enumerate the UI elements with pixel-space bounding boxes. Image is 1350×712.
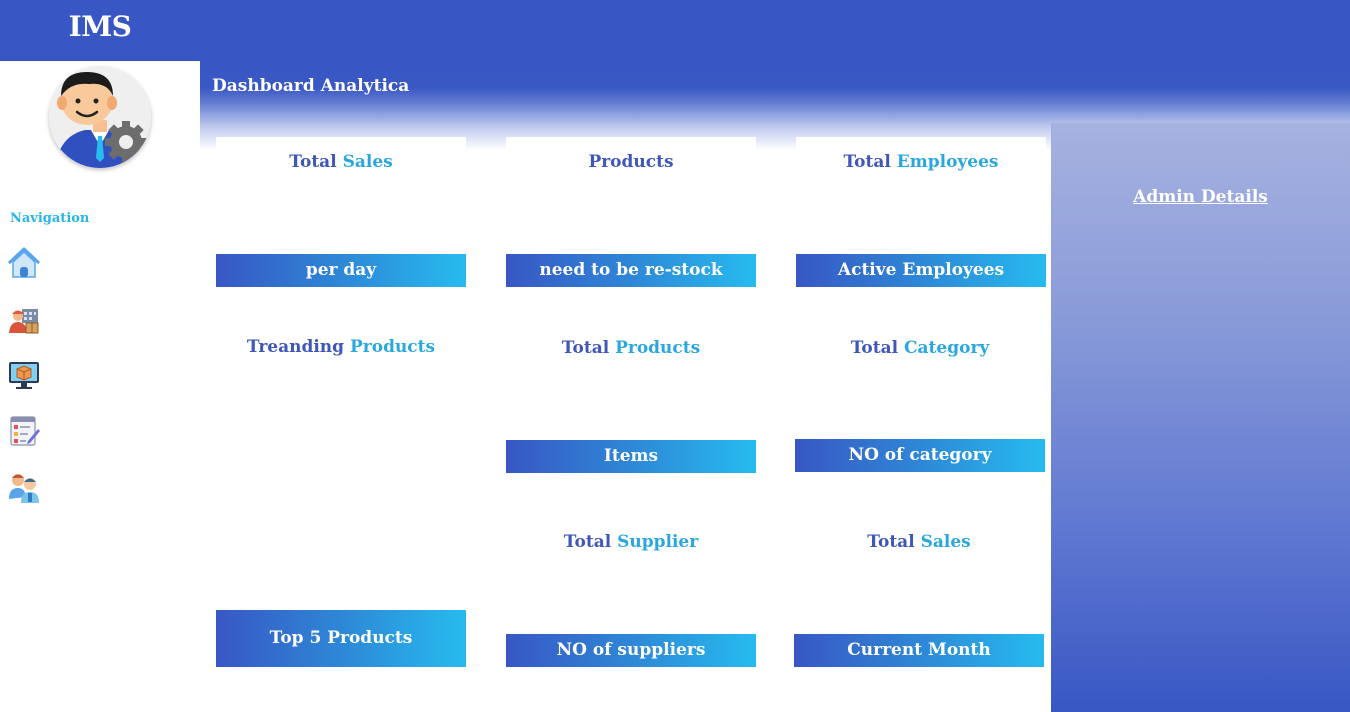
top-bar: IMS: [0, 0, 1350, 61]
card-total-supplier-bar: NO of suppliers: [506, 634, 756, 667]
card-total-employees-bar: Active Employees: [796, 254, 1046, 287]
card-trending-products-heading: Treanding Products: [216, 337, 466, 357]
card-products-bar: need to be re-stock: [506, 254, 756, 287]
heading-word-2: Products: [349, 337, 436, 357]
heading-word-1: Products: [588, 152, 674, 172]
heading-word-1: Treanding: [246, 337, 345, 357]
card-total-products-bar: Items: [506, 440, 756, 473]
heading-word-2: Employees: [896, 152, 999, 172]
card-total-sales-month-heading: Total Sales: [794, 532, 1044, 552]
users-icon: [9, 474, 39, 503]
heading-word-1: Total: [843, 152, 891, 172]
avatar[interactable]: [49, 66, 151, 168]
card-total-sales-heading: Total Sales: [216, 152, 466, 172]
nav-label: Navigation: [10, 211, 90, 226]
heading-word-2: Products: [615, 338, 701, 358]
heading-word-1: Total: [561, 338, 610, 358]
checklist-icon: [10, 416, 40, 446]
heading-word-2: Sales: [342, 152, 393, 172]
home-icon: [7, 247, 41, 278]
heading-word-1: Total: [563, 532, 612, 552]
card-total-products-heading: Total Products: [506, 338, 756, 358]
card-total-employees-heading: Total Employees: [796, 152, 1046, 172]
card-total-sales-month-bar: Current Month: [794, 634, 1044, 667]
product-monitor-icon: [9, 362, 39, 389]
card-trending-products-bar: Top 5 Products: [216, 610, 466, 667]
card-total-category-heading: Total Category: [795, 338, 1045, 358]
gear-icon: [105, 121, 147, 163]
card-total-category-bar: NO of category: [795, 439, 1045, 472]
app-root: IMS Dashboard Analytica Navigation Total…: [0, 0, 1350, 712]
heading-word-2: Sales: [920, 532, 971, 552]
heading-word-2: Supplier: [617, 532, 699, 552]
sidebar-item-products[interactable]: [6, 357, 42, 393]
sidebar-item-home[interactable]: [6, 245, 42, 281]
admin-details-link[interactable]: Admin Details: [1051, 187, 1350, 207]
warehouse-worker-icon: [9, 309, 39, 334]
heading-word-1: Total: [867, 532, 915, 552]
heading-word-2: Category: [904, 338, 990, 358]
card-total-supplier-heading: Total Supplier: [506, 532, 756, 552]
admin-avatar-icon: [49, 66, 151, 168]
heading-word-1: Total: [850, 338, 899, 358]
sidebar: Navigation: [0, 61, 200, 712]
page-title: Dashboard Analytica: [212, 76, 410, 96]
admin-panel: Admin Details: [1051, 123, 1350, 712]
heading-word-1: Total: [289, 152, 337, 172]
sidebar-item-orders[interactable]: [6, 413, 42, 449]
brand-logo: IMS: [68, 10, 132, 43]
card-total-sales-bar: per day: [216, 254, 466, 287]
sidebar-item-warehouse[interactable]: [6, 301, 42, 337]
card-products-heading: Products: [506, 152, 756, 172]
sidebar-item-users[interactable]: [6, 469, 42, 505]
